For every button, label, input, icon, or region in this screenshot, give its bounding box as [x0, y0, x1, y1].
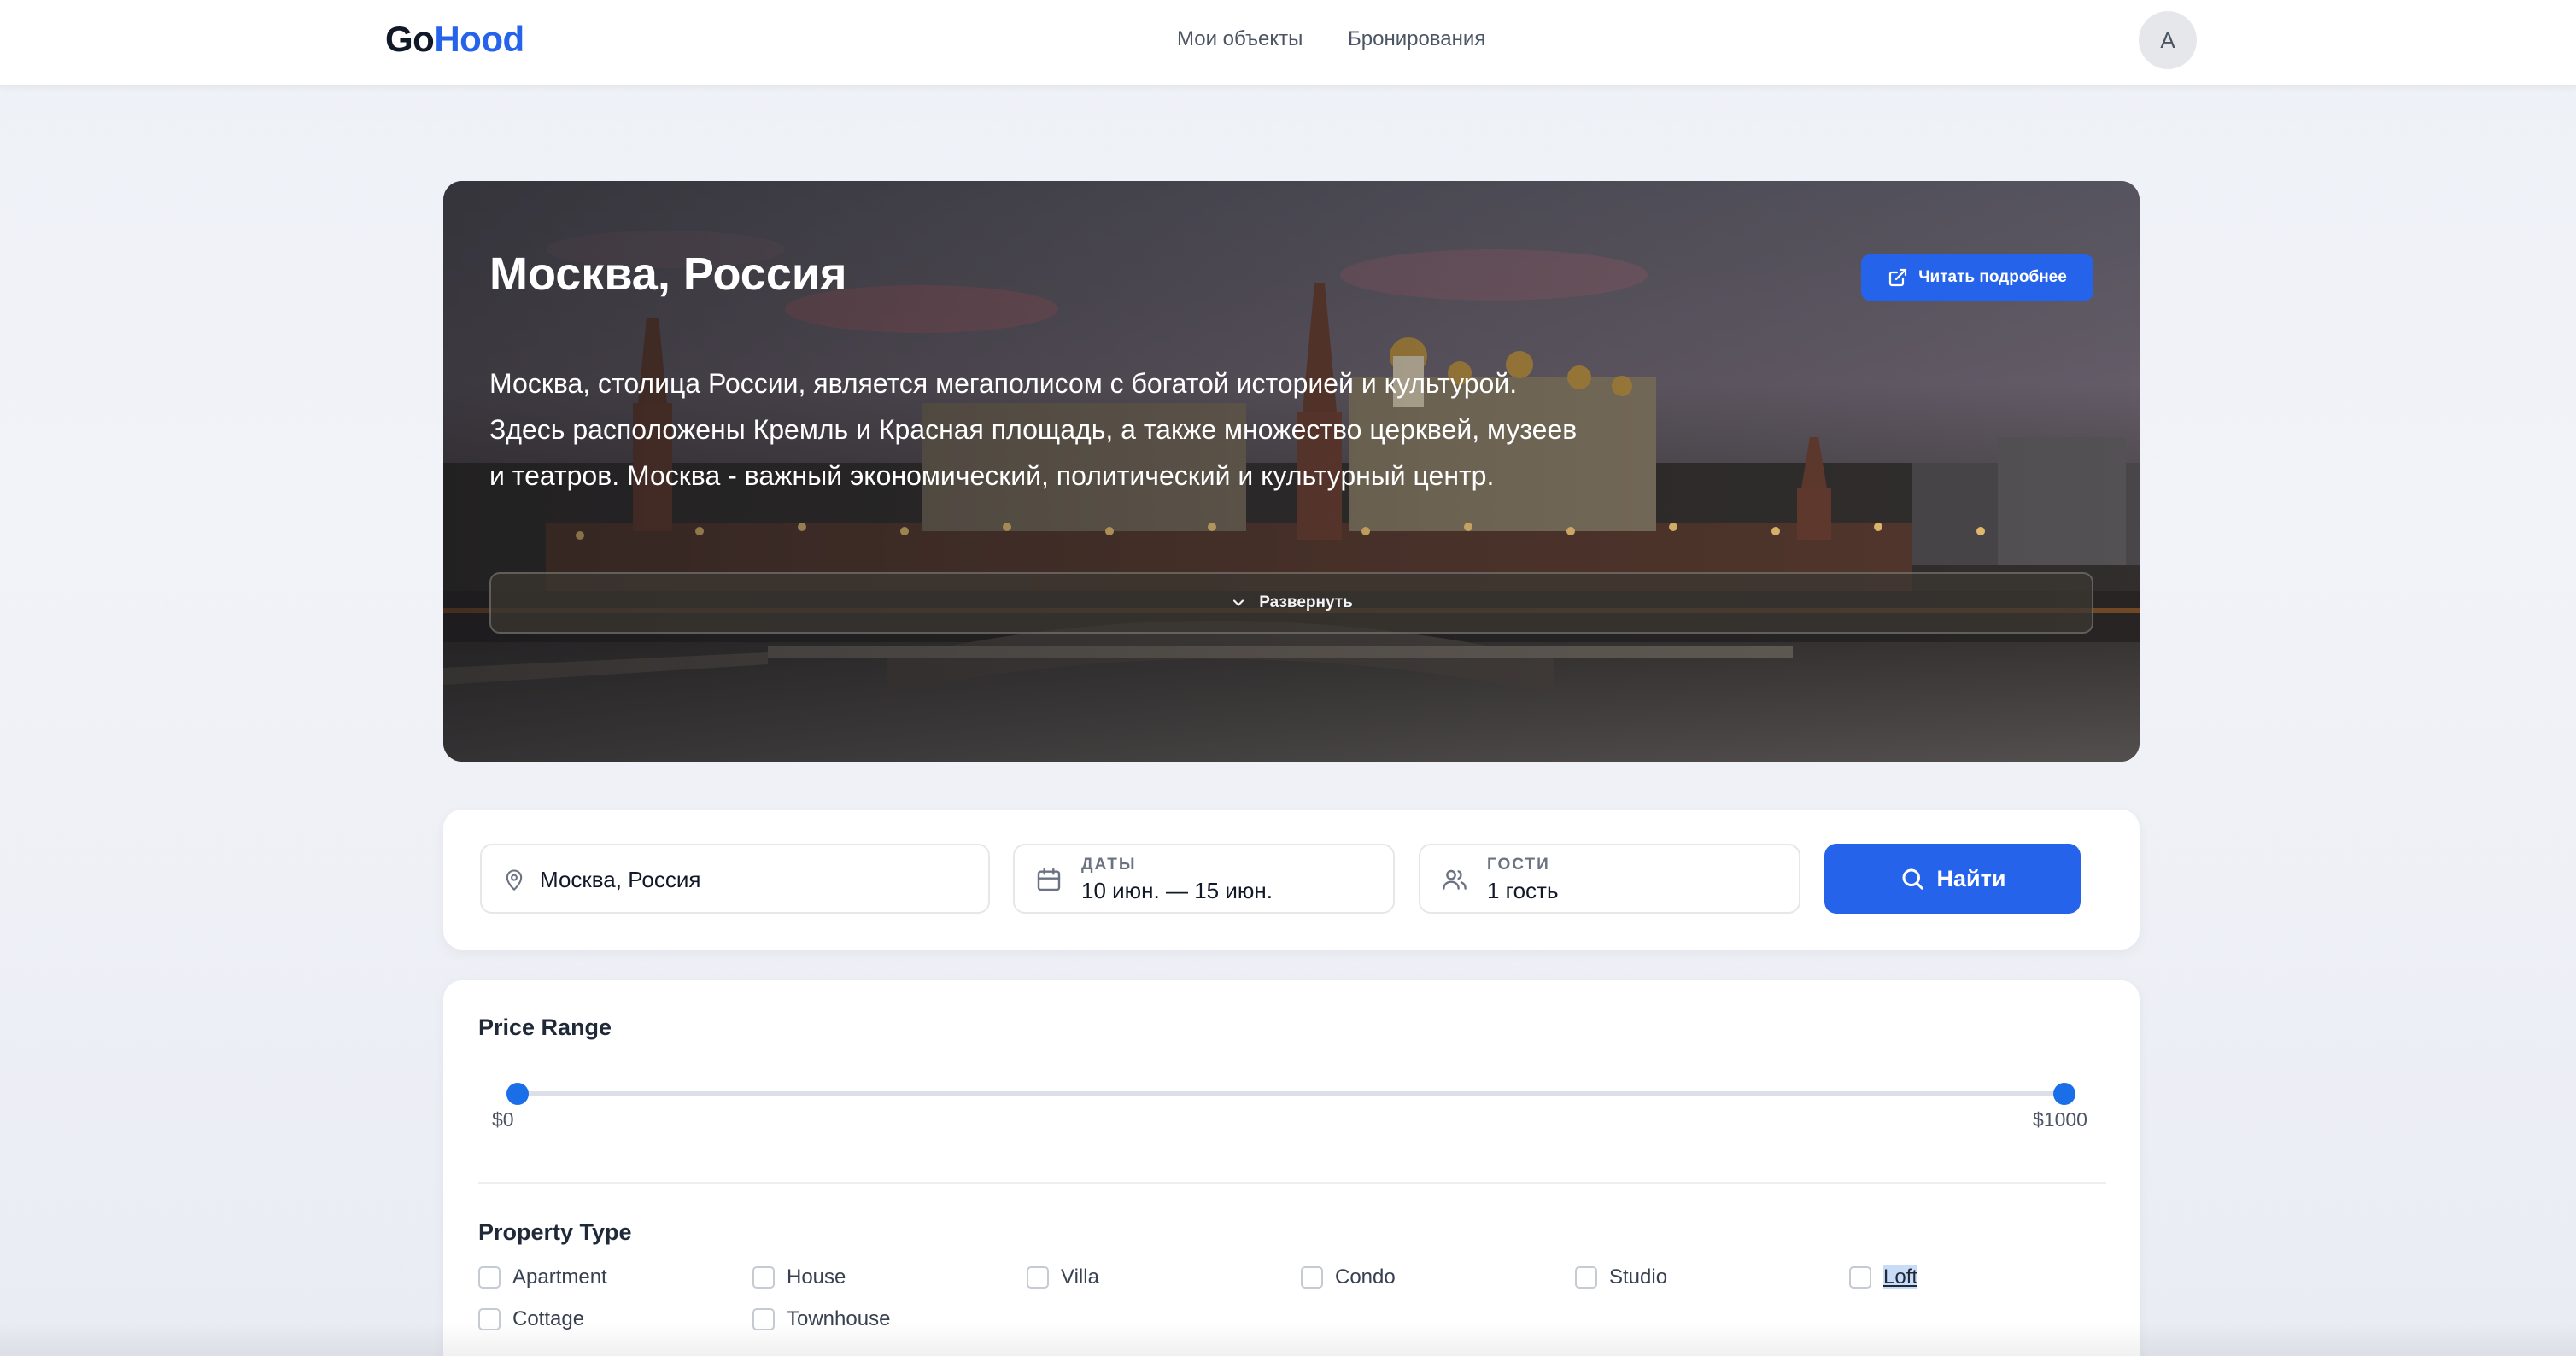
- city-hero-banner: Москва, Россия Читать подробнее Москва, …: [443, 181, 2140, 762]
- property-type-cottage[interactable]: Cottage: [478, 1307, 584, 1331]
- read-more-label: Читать подробнее: [1918, 268, 2067, 286]
- description-line: и театров. Москва - важный экономический…: [489, 460, 1495, 491]
- nav-my-properties[interactable]: Мои объекты: [1177, 27, 1303, 51]
- checkbox-label: Apartment: [512, 1265, 607, 1289]
- expand-button[interactable]: Развернуть: [489, 572, 2093, 634]
- location-value: Москва, Россия: [540, 867, 701, 892]
- checkbox[interactable]: [752, 1308, 775, 1330]
- checkbox[interactable]: [478, 1266, 501, 1289]
- logo-part-go: Go: [385, 19, 435, 59]
- checkbox[interactable]: [1301, 1266, 1323, 1289]
- logo-part-hood: Hood: [434, 19, 524, 59]
- property-type-townhouse[interactable]: Townhouse: [752, 1307, 890, 1331]
- section-divider: [478, 1182, 2106, 1184]
- price-min-handle[interactable]: [506, 1083, 529, 1105]
- dates-label: ДАТЫ: [1081, 856, 1137, 874]
- price-range-title: Price Range: [478, 1014, 612, 1040]
- description-line: Здесь расположены Кремль и Красная площа…: [489, 414, 1578, 445]
- checkbox[interactable]: [1027, 1266, 1049, 1289]
- description-line: Москва, столица России, является мегапол…: [489, 368, 1518, 399]
- chevron-down-icon: [1233, 599, 1244, 606]
- search-button[interactable]: Найти: [1824, 844, 2081, 914]
- logo[interactable]: GoHood: [385, 19, 524, 60]
- checkbox[interactable]: [752, 1266, 775, 1289]
- checkbox-label: Villa: [1061, 1265, 1099, 1289]
- calendar-icon: [1037, 868, 1061, 891]
- property-type-apartment[interactable]: Apartment: [478, 1265, 607, 1289]
- property-type-condo[interactable]: Condo: [1301, 1265, 1396, 1289]
- user-avatar[interactable]: A: [2139, 11, 2197, 69]
- checkbox[interactable]: [1575, 1266, 1597, 1289]
- checkbox-label: Cottage: [512, 1307, 585, 1330]
- external-link-icon: [1889, 268, 1907, 287]
- checkbox[interactable]: [478, 1308, 501, 1330]
- guests-value: 1 гость: [1487, 878, 1559, 903]
- property-type-loft[interactable]: Loft: [1849, 1265, 1918, 1289]
- users-icon: [1443, 869, 1467, 890]
- dates-picker[interactable]: ДАТЫ 10 июн. — 15 июн.: [1013, 844, 1395, 914]
- guests-picker[interactable]: ГОСТИ 1 гость: [1419, 844, 1800, 914]
- property-type-villa[interactable]: Villa: [1027, 1265, 1099, 1289]
- search-button-label: Найти: [1936, 865, 2006, 891]
- property-type-house[interactable]: House: [752, 1265, 846, 1289]
- checkbox-label: Loft: [1883, 1265, 1918, 1289]
- price-max-label: $1000: [2033, 1108, 2087, 1131]
- nav-bookings[interactable]: Бронирования: [1348, 27, 1485, 51]
- price-max-handle[interactable]: [2053, 1083, 2075, 1105]
- location-input[interactable]: Москва, Россия: [480, 844, 990, 914]
- checkbox-label: Studio: [1609, 1265, 1668, 1289]
- search-icon: [1902, 868, 1923, 890]
- top-navbar: GoHood Мои объекты Бронирования A: [0, 0, 2576, 87]
- property-type-title: Property Type: [478, 1219, 632, 1245]
- checkbox[interactable]: [1849, 1266, 1871, 1289]
- city-description: Москва, столица России, является мегапол…: [489, 360, 1685, 499]
- checkbox-label: Condo: [1335, 1265, 1396, 1289]
- checkbox-label: House: [787, 1265, 846, 1289]
- property-type-studio[interactable]: Studio: [1575, 1265, 1667, 1289]
- filters-panel: Price Range $0 $1000 Property Type Apart…: [443, 980, 2140, 1356]
- expand-label: Развернуть: [1259, 593, 1353, 611]
- checkbox-label: Townhouse: [787, 1307, 891, 1330]
- search-panel: Москва, Россия ДАТЫ 10 июн. — 15 июн. ГО…: [443, 810, 2140, 950]
- price-min-label: $0: [492, 1108, 514, 1131]
- price-slider-track[interactable]: [518, 1091, 2064, 1096]
- guests-label: ГОСТИ: [1487, 856, 1550, 874]
- map-pin-icon: [506, 869, 523, 891]
- city-title: Москва, Россия: [489, 248, 847, 300]
- read-more-button[interactable]: Читать подробнее: [1861, 254, 2093, 301]
- dates-value: 10 июн. — 15 июн.: [1081, 878, 1273, 903]
